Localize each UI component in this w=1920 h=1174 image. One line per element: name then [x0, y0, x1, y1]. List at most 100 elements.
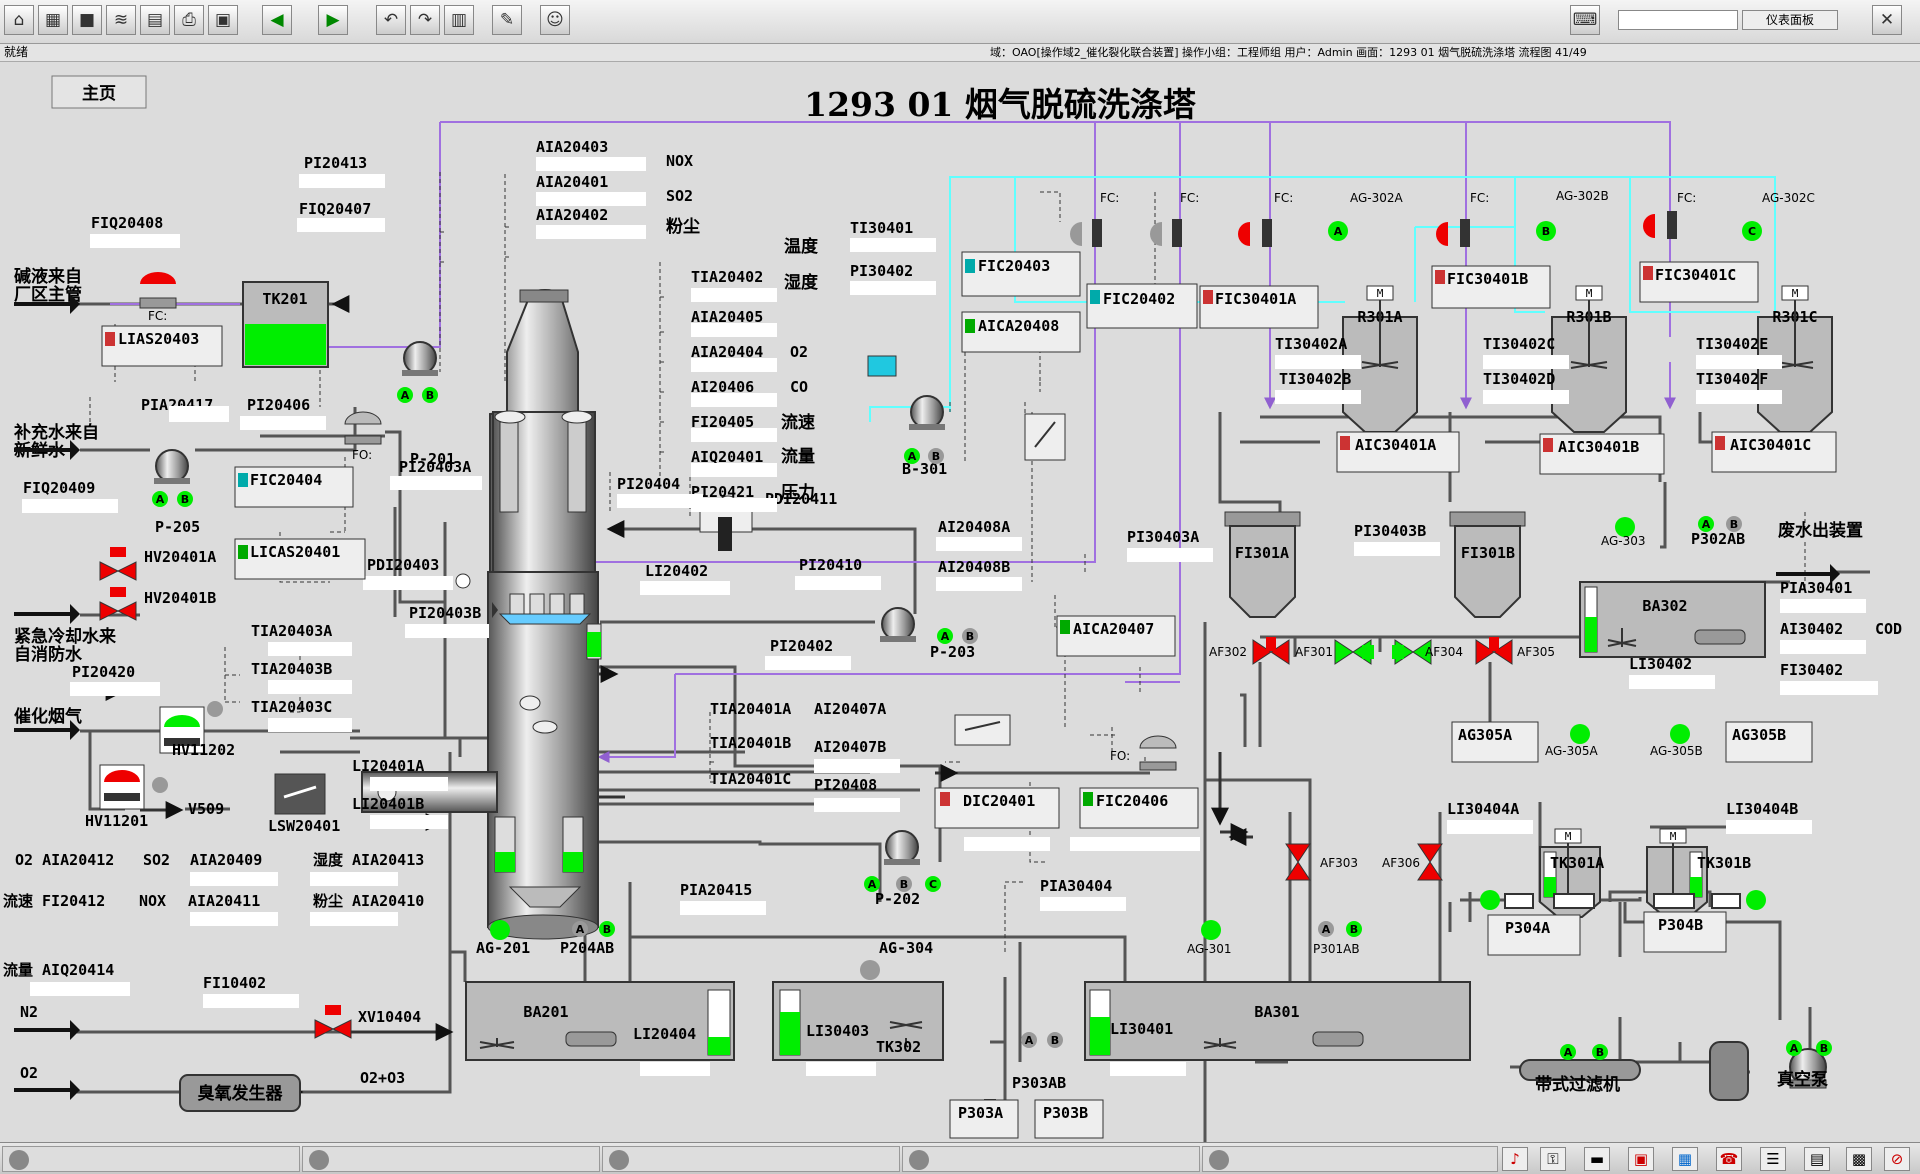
svg-text:FC:: FC: [1470, 191, 1489, 205]
svg-text:LIAS20403: LIAS20403 [118, 330, 199, 348]
redo-icon[interactable]: ↷ [410, 5, 440, 35]
svg-text:O2+O3: O2+O3 [360, 1069, 405, 1087]
svg-text:紧急冷却水来: 紧急冷却水来 [14, 626, 117, 647]
svg-text:FIC20404: FIC20404 [250, 471, 322, 489]
svg-text:PI30402: PI30402 [850, 262, 913, 280]
display-icon[interactable]: ■ [72, 5, 102, 35]
svg-text:FC:: FC: [1180, 191, 1199, 205]
svg-text:AIC30401B: AIC30401B [1558, 438, 1639, 456]
svg-text:SO2: SO2 [666, 187, 693, 205]
svg-text:FI30402: FI30402 [1780, 661, 1843, 679]
basin-ba201: BA201 [465, 981, 735, 1061]
svg-text:HV11202: HV11202 [172, 741, 235, 759]
document-icon[interactable]: ▤ [1804, 1147, 1830, 1171]
svg-text:DIC20401: DIC20401 [963, 792, 1035, 810]
svg-text:B: B [1596, 1046, 1604, 1059]
search-input[interactable] [1618, 10, 1738, 30]
exit-icon[interactable]: ⊘ [1884, 1147, 1910, 1171]
svg-text:AI20408B: AI20408B [938, 558, 1010, 576]
svg-text:P-203: P-203 [930, 643, 975, 661]
scrubber-tower [487, 288, 602, 940]
lsw20401-switch [274, 773, 326, 815]
list-icon[interactable]: ☰ [1760, 1147, 1786, 1171]
panel-icon[interactable]: ▬ [1584, 1147, 1610, 1171]
svg-text:流量: 流量 [781, 446, 815, 467]
svg-text:A: A [868, 878, 877, 891]
badge-group-p203: AB [937, 628, 978, 644]
svg-text:FC:: FC: [1274, 191, 1293, 205]
alarm-slot-3[interactable] [602, 1146, 900, 1172]
svg-text:P304A: P304A [1505, 919, 1550, 937]
svg-text:M: M [1792, 287, 1799, 300]
home-icon[interactable]: ⌂ [4, 5, 34, 35]
svg-text:废水出装置: 废水出装置 [1778, 520, 1863, 541]
svg-text:TI30401: TI30401 [850, 219, 913, 237]
svg-text:湿度: 湿度 [784, 272, 819, 293]
back-arrow-icon[interactable]: ◀ [262, 5, 292, 35]
pump-p202 [884, 830, 920, 865]
svg-text:TIA20401B: TIA20401B [710, 734, 791, 752]
alarm-bell-icon[interactable]: ♪ [1502, 1147, 1528, 1171]
alarm-slot-4[interactable] [902, 1146, 1200, 1172]
table-icon[interactable]: ▤ [140, 5, 170, 35]
svg-text:AIA20409: AIA20409 [190, 851, 262, 869]
svg-text:AF305: AF305 [1517, 645, 1555, 659]
svg-text:LI20401B: LI20401B [352, 795, 424, 813]
grid-icon[interactable]: ▦ [38, 5, 68, 35]
svg-text:AIA20403: AIA20403 [536, 138, 608, 156]
alarm-slot-5[interactable] [1202, 1146, 1498, 1172]
cyan-indicator [867, 355, 897, 377]
forward-arrow-icon[interactable]: ▶ [318, 5, 348, 35]
user-icon[interactable]: ☺ [540, 5, 570, 35]
svg-text:P303AB: P303AB [1012, 1074, 1066, 1092]
status-left: 就绪 [4, 45, 29, 59]
svg-text:XV10404: XV10404 [358, 1008, 421, 1026]
keyboard-icon[interactable]: ⌨ [1570, 5, 1600, 35]
table-view-icon[interactable]: ▦ [1672, 1147, 1698, 1171]
svg-text:V509: V509 [188, 800, 224, 818]
tool-icon[interactable]: ✎ [492, 5, 522, 35]
svg-text:AF304: AF304 [1425, 645, 1463, 659]
svg-text:FIC30401B: FIC30401B [1447, 270, 1528, 288]
lock-icon[interactable]: ⚿ [1540, 1147, 1566, 1171]
svg-text:PI20406: PI20406 [247, 396, 310, 414]
svg-text:CO: CO [790, 378, 808, 396]
svg-text:B: B [1820, 1042, 1828, 1055]
svg-text:PI20413: PI20413 [304, 154, 367, 172]
svg-text:AF302: AF302 [1209, 645, 1247, 659]
svg-text:TK201: TK201 [262, 290, 307, 308]
svg-text:FIC20402: FIC20402 [1103, 290, 1175, 308]
svg-text:主页: 主页 [82, 83, 116, 104]
report-icon[interactable]: ▣ [1628, 1147, 1654, 1171]
svg-text:TI30402E: TI30402E [1696, 335, 1768, 353]
svg-text:AF301: AF301 [1295, 645, 1333, 659]
home-button[interactable]: 主页 [51, 75, 147, 109]
svg-text:P-201: P-201 [410, 450, 455, 468]
svg-text:AG-302A: AG-302A [1350, 191, 1404, 205]
alarm-slot-1[interactable] [2, 1146, 300, 1172]
undo-icon[interactable]: ↶ [376, 5, 406, 35]
save-icon[interactable]: ▣ [208, 5, 238, 35]
pump-p205 [154, 449, 190, 484]
badge-ag302b: B [1536, 221, 1556, 241]
panel-select[interactable]: 仪表面板 [1742, 10, 1838, 30]
switch-1 [1024, 413, 1066, 461]
svg-text:AICA20408: AICA20408 [978, 317, 1059, 335]
svg-text:PI20403B: PI20403B [409, 604, 481, 622]
svg-text:A: A [156, 493, 165, 506]
svg-text:AG-304: AG-304 [879, 939, 933, 957]
svg-text:AIA20402: AIA20402 [536, 206, 608, 224]
svg-text:LSW20401: LSW20401 [268, 817, 340, 835]
settings-icon[interactable]: ✕ [1872, 5, 1902, 35]
phone-icon[interactable]: ☎ [1716, 1147, 1742, 1171]
alarm-slot-2[interactable] [302, 1146, 600, 1172]
print-icon[interactable]: ⎙ [174, 5, 204, 35]
valve-fic20406 [1139, 735, 1177, 771]
grid-view-icon[interactable]: ▩ [1846, 1147, 1872, 1171]
svg-text:FIQ20407: FIQ20407 [299, 200, 371, 218]
trend-icon[interactable]: ≋ [106, 5, 136, 35]
valve-af305 [1475, 637, 1513, 665]
badge-group-p201: AB [397, 387, 438, 403]
book-icon[interactable]: ▥ [444, 5, 474, 35]
badge-ag302c: C [1742, 221, 1762, 241]
